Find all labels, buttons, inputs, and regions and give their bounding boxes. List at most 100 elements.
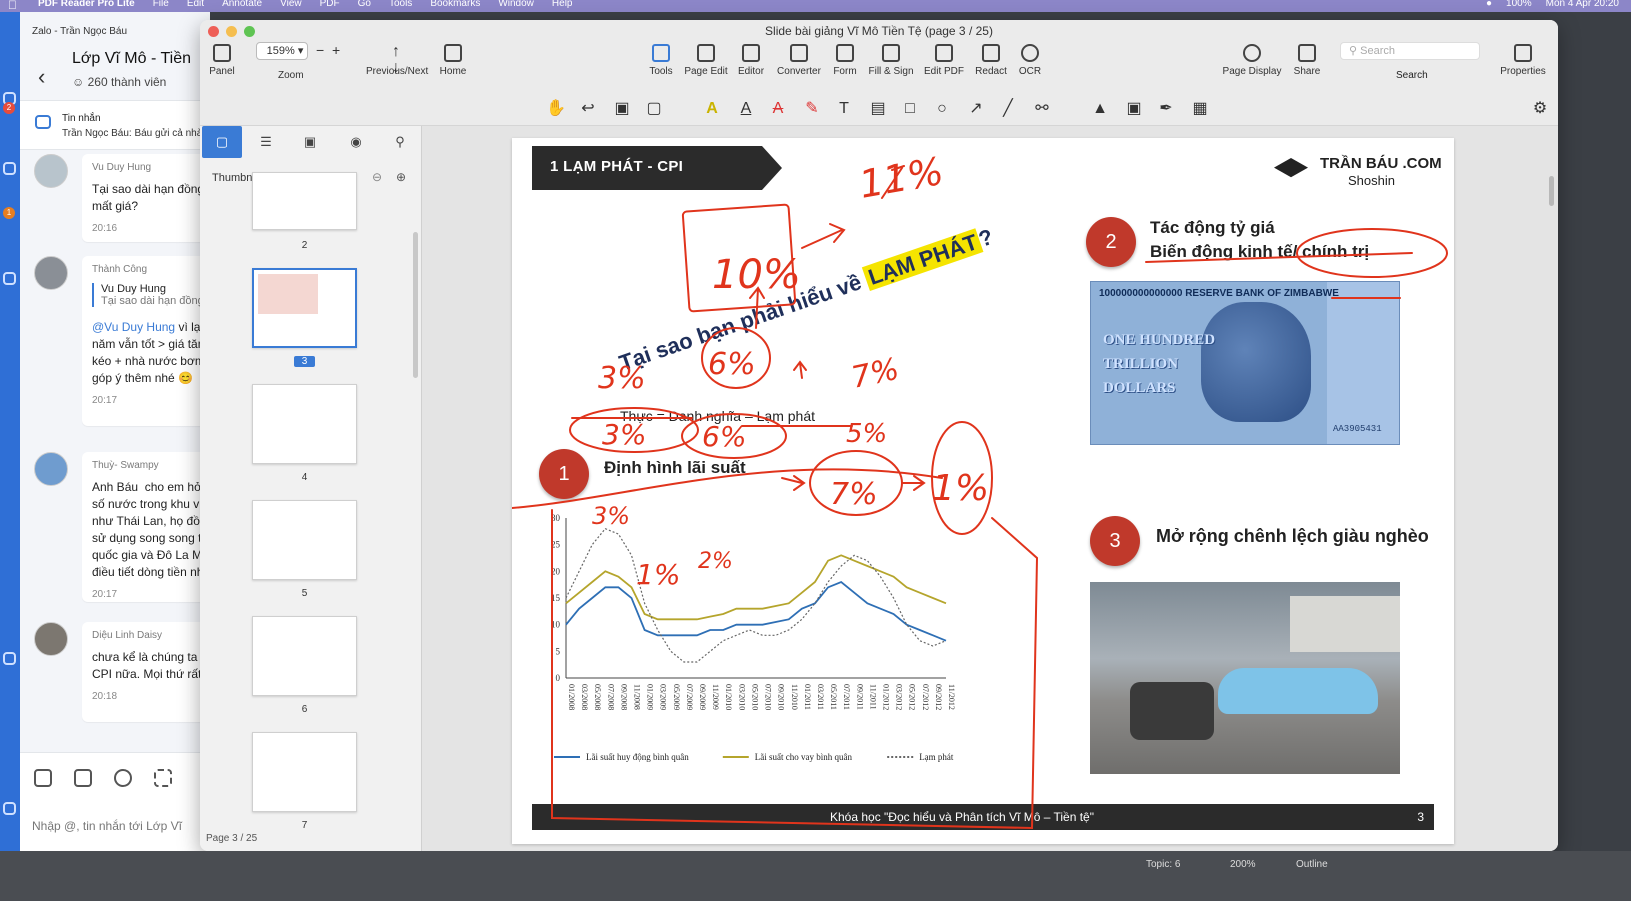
avatar[interactable] [34,256,68,290]
link-icon[interactable]: ⚯ [1032,100,1052,118]
point-number: 1 [539,449,589,499]
outline-toggle[interactable]: Outline [1296,859,1328,870]
zoom-in-button[interactable]: + [332,42,340,58]
shrink-thumbs-icon[interactable]: ⊖ [372,170,382,184]
thumbnail-page[interactable] [252,384,357,464]
avatar[interactable] [34,154,68,188]
edit-pdf-button[interactable]: Edit PDF [924,42,964,77]
thumbnail-page[interactable] [252,616,357,696]
avatar[interactable] [34,452,68,486]
form-button[interactable]: Form [832,42,858,77]
strikeout-icon[interactable]: A [768,100,788,118]
text-select-icon[interactable]: ↩ [578,100,598,118]
menu-tools[interactable]: Tools [389,0,412,9]
tab-annotations[interactable]: ▣ [290,126,330,158]
screenshot-icon[interactable] [154,769,172,787]
image-insert-icon[interactable]: ▣ [1124,100,1144,118]
thumbnail-page[interactable] [252,732,357,812]
circle-icon[interactable]: ○ [932,100,952,118]
search-input[interactable]: ⚲ Search [1340,42,1480,60]
zoom-out-button[interactable]: − [316,42,324,58]
properties-button[interactable]: Properties [1498,42,1548,77]
image-icon[interactable] [74,769,92,787]
area-select-icon[interactable]: ▢ [644,100,664,118]
contacts-icon[interactable] [3,162,16,175]
line-icon[interactable]: ╱ [998,100,1018,118]
document-scrollbar[interactable] [1549,176,1554,206]
avatar[interactable] [34,622,68,656]
x-tick-label: 01/2011 [803,684,812,710]
menu-file[interactable]: File [153,0,169,9]
thumbnail-page[interactable] [252,500,357,580]
tab-search[interactable]: ⚲ [380,126,420,158]
converter-button[interactable]: Converter [776,42,822,77]
menu-go[interactable]: Go [358,0,371,9]
editor-icon [742,44,760,62]
point-text: Mở rộng chênh lệch giàu nghèo [1156,526,1429,546]
message-bubble[interactable]: Diệu Linh Daisy chưa kể là chúng ta tí C… [82,622,210,722]
fill-sign-button[interactable]: Fill & Sign [868,42,914,77]
pinned-message[interactable]: Tin nhắn Trần Ngọc Báu: Báu gửi cả nhà [20,100,210,150]
highlight-icon[interactable]: A [702,100,722,118]
share-button[interactable]: Share [1292,42,1322,77]
menu-annotate[interactable]: Annotate [222,0,262,9]
tab-snapshots[interactable]: ◉ [336,126,376,158]
battery-level[interactable]: 100% [1506,0,1532,9]
prev-next-button[interactable]: ↑ ↓ Previous/Next [366,42,428,78]
mention-link[interactable]: @Vu Duy Hung [92,320,175,334]
thumbnail-page-selected[interactable] [252,268,357,348]
menu-help[interactable]: Help [552,0,573,9]
message-input[interactable]: Nhập @, tin nhắn tới Lớp Vĩ [32,819,182,833]
member-count[interactable]: ☺ 260 thành viên [72,75,166,89]
menu-view[interactable]: View [280,0,302,9]
thumbnail-page[interactable] [252,172,357,230]
panel-button[interactable]: Panel [208,42,236,77]
tab-thumbnails[interactable]: ▢ [202,126,242,158]
signature-icon[interactable]: ✒ [1156,100,1176,118]
gear-icon[interactable]: ⚙ [1530,100,1550,118]
attachment-icon[interactable] [114,769,132,787]
text-box-icon[interactable]: T [834,100,854,118]
group-name[interactable]: Lớp Vĩ Mô - Tiền [72,50,191,68]
wifi-icon[interactable]: ● [1486,0,1492,9]
hand-icon[interactable]: ✋ [546,100,566,118]
apple-icon[interactable]:  [8,0,17,12]
tab-outline[interactable]: ☰ [246,126,286,158]
back-arrow-icon[interactable]: ‹ [38,64,45,90]
editor-button[interactable]: Editor [736,42,766,77]
quoted-reply[interactable]: Vu Duy Hung Tại sao dài hạn đồng [92,283,210,307]
page-display-button[interactable]: Page Display [1222,42,1282,77]
ocr-button[interactable]: OCR [1016,42,1044,77]
todo-icon[interactable] [3,272,16,285]
menu-pdf[interactable]: PDF [320,0,340,9]
sticker-icon[interactable] [34,769,52,787]
page-edit-button[interactable]: Page Edit [684,42,728,77]
arrow-icon[interactable]: ↗ [966,100,986,118]
table-icon[interactable]: ▦ [1190,100,1210,118]
crop-icon[interactable]: ▣ [612,100,632,118]
rectangle-icon[interactable]: □ [900,100,920,118]
status-zoom[interactable]: 200% [1230,859,1256,870]
page-edit-icon [697,44,715,62]
home-button[interactable]: Home [438,42,468,77]
pen-icon[interactable]: ✎ [802,100,822,118]
cloud-icon[interactable] [3,652,16,665]
stamp-icon[interactable]: ▲ [1090,100,1110,118]
note-icon[interactable]: ▤ [868,100,888,118]
menu-edit[interactable]: Edit [187,0,204,9]
enlarge-thumbs-icon[interactable]: ⊕ [396,170,406,184]
menu-bookmarks[interactable]: Bookmarks [430,0,480,9]
tools-button[interactable]: Tools [646,42,676,77]
notify-badge: 1 [3,207,15,219]
clock[interactable]: Mon 4 Apr 20:20 [1546,0,1619,9]
redact-button[interactable]: Redact [974,42,1008,77]
app-name[interactable]: PDF Reader Pro Lite [38,0,135,9]
message-bubble[interactable]: Vu Duy Hung Tại sao dài hạn đồng mất giá… [82,154,210,242]
zoom-select[interactable]: 159% ▾ [256,42,308,60]
message-bubble[interactable]: Thuỳ- Swampy Anh Báu cho em hỏi, số nước… [82,452,210,602]
underline-icon[interactable]: A [736,100,756,118]
thumbnail-scrollbar[interactable] [413,232,418,378]
menu-window[interactable]: Window [498,0,534,9]
message-bubble[interactable]: Thành Công Vu Duy Hung Tại sao dài hạn đ… [82,256,210,426]
settings-icon[interactable] [3,802,16,815]
